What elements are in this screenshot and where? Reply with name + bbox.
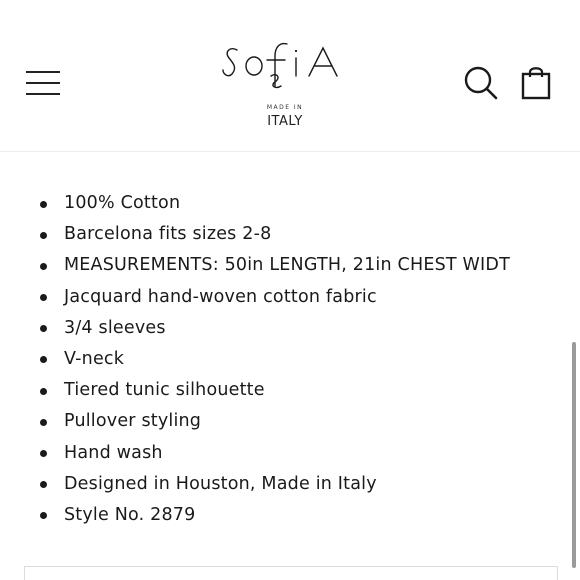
collapsible-panel[interactable] bbox=[24, 566, 558, 580]
menu-icon-bar-bottom bbox=[26, 93, 60, 95]
list-item: Jacquard hand-woven cotton fabric bbox=[0, 282, 560, 313]
list-item: Designed in Houston, Made in Italy bbox=[0, 469, 560, 500]
brand-logo[interactable]: MADE IN ITALY bbox=[215, 38, 365, 134]
list-item: Hand wash bbox=[0, 438, 560, 469]
list-item: 100% Cotton bbox=[0, 188, 560, 219]
bullet-icon bbox=[40, 512, 47, 520]
site-header: MADE IN ITALY bbox=[0, 0, 580, 152]
bullet-icon bbox=[40, 356, 47, 364]
feature-text: Designed in Houston, Made in Italy bbox=[64, 473, 377, 494]
list-item: V-neck bbox=[0, 344, 560, 375]
product-page: MADE IN ITALY 100% Cotton Barcelona fits… bbox=[0, 0, 580, 580]
bullet-icon bbox=[40, 481, 47, 489]
bullet-icon bbox=[40, 294, 47, 302]
feature-text: MEASUREMENTS: 50in LENGTH, 21in CHEST WI… bbox=[64, 255, 510, 276]
bullet-icon bbox=[40, 262, 47, 270]
menu-icon-bar-top bbox=[26, 71, 60, 73]
feature-text: Jacquard hand-woven cotton fabric bbox=[64, 286, 377, 307]
list-item: MEASUREMENTS: 50in LENGTH, 21in CHEST WI… bbox=[0, 250, 560, 281]
cart-button[interactable] bbox=[519, 64, 555, 102]
product-features-list: 100% Cotton Barcelona fits sizes 2-8 MEA… bbox=[0, 188, 560, 531]
brand-tagline-large: ITALY bbox=[267, 114, 303, 129]
menu-button[interactable] bbox=[26, 70, 60, 96]
bullet-icon bbox=[40, 418, 47, 426]
feature-text: 100% Cotton bbox=[64, 193, 181, 213]
feature-text: Barcelona fits sizes 2-8 bbox=[64, 224, 272, 245]
bullet-icon bbox=[40, 231, 47, 239]
feature-text: Hand wash bbox=[64, 442, 163, 463]
list-item: Style No. 2879 bbox=[0, 500, 560, 531]
brand-tagline-small: MADE IN bbox=[266, 104, 304, 111]
feature-text: Tiered tunic silhouette bbox=[64, 380, 265, 401]
sofia-wordmark-icon bbox=[222, 42, 338, 89]
feature-text: V-neck bbox=[64, 348, 125, 369]
list-item: Pullover styling bbox=[0, 406, 560, 437]
list-item: Barcelona fits sizes 2-8 bbox=[0, 219, 560, 250]
scrollbar-thumb[interactable] bbox=[572, 342, 576, 568]
list-item: 3/4 sleeves bbox=[0, 313, 560, 344]
bullet-icon bbox=[40, 387, 47, 395]
shopping-bag-icon bbox=[521, 67, 551, 100]
menu-icon-bar-middle bbox=[26, 82, 60, 84]
search-icon bbox=[464, 66, 498, 100]
search-button[interactable] bbox=[462, 64, 500, 102]
feature-text: Style No. 2879 bbox=[64, 504, 196, 525]
feature-text: Pullover styling bbox=[64, 411, 202, 432]
list-item: Tiered tunic silhouette bbox=[0, 375, 560, 406]
feature-text: 3/4 sleeves bbox=[64, 317, 166, 338]
bullet-icon bbox=[40, 325, 47, 333]
bullet-icon bbox=[40, 200, 47, 208]
bullet-icon bbox=[40, 450, 47, 457]
